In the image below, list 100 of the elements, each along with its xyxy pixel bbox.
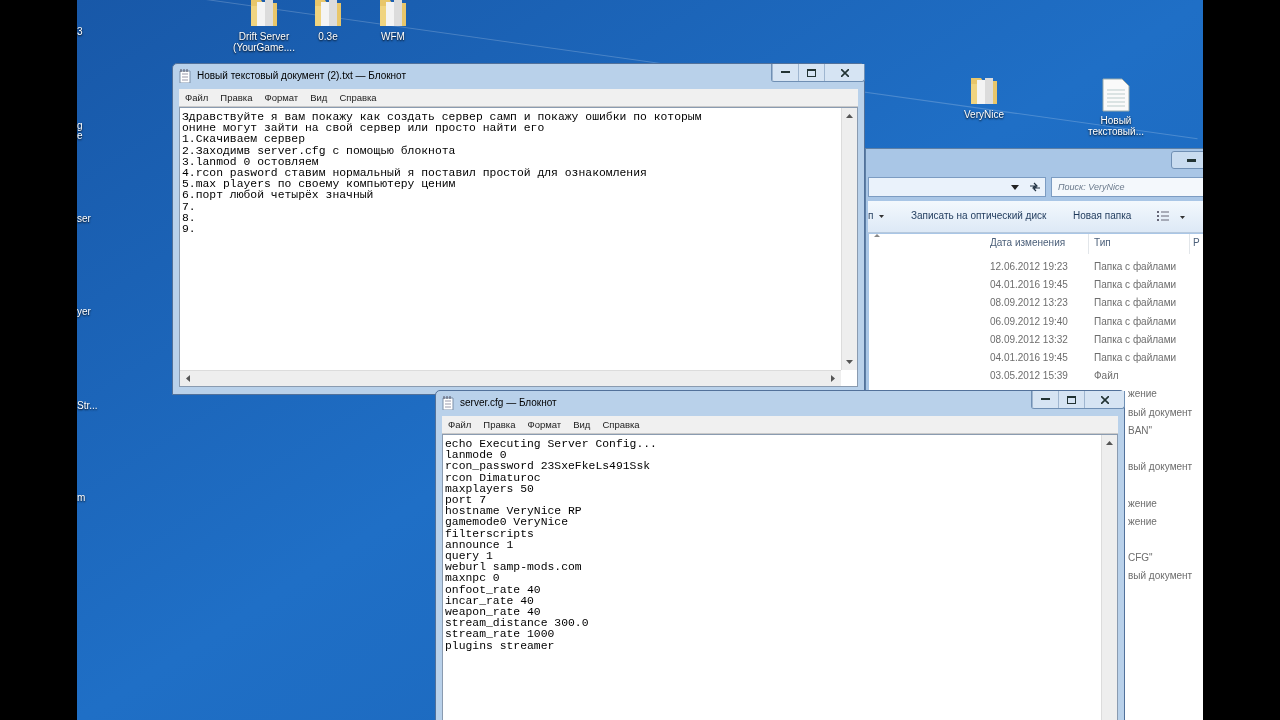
minimize-icon: [1041, 398, 1050, 401]
text-line: filterscripts: [445, 528, 535, 540]
type-cell: Папка с файлами: [1094, 314, 1177, 329]
text-line: stream_distance 300.0: [445, 618, 590, 630]
toolbar-button[interactable]: Записать на оптический диск: [911, 209, 1047, 223]
text-line: maxnpc 0: [445, 573, 501, 585]
date-cell: 06.09.2012 19:40: [990, 314, 1068, 329]
minimize-icon: [1186, 158, 1196, 162]
text-line: stream_rate 1000: [445, 629, 556, 641]
scroll-down-icon: [846, 360, 853, 364]
column-header[interactable]: Р: [1193, 236, 1200, 250]
vertical-scrollbar[interactable]: [841, 108, 857, 370]
type-cell: Файл: [1094, 369, 1119, 384]
text-line: rcon_password 23SxeFkeLs491Ssk: [445, 461, 652, 473]
text-line: 9.: [182, 224, 197, 236]
text-line: onfoot_rate 40: [445, 584, 542, 596]
column-header[interactable]: Тип: [1094, 236, 1111, 250]
type-cell: Папка с файлами: [1094, 296, 1177, 311]
menu-item[interactable]: Вид: [573, 418, 591, 431]
view-icon: [1157, 211, 1169, 221]
date-cell: 12.06.2012 19:23: [990, 260, 1068, 274]
caret-icon: [879, 214, 885, 218]
menu-item[interactable]: Правка: [220, 91, 253, 104]
type-cell: Папка с файлами: [1094, 332, 1177, 347]
text-line: 6.порт любой четырёх значный: [182, 190, 375, 202]
document-icon: [1102, 78, 1130, 112]
date-cell: 08.09.2012 13:23: [990, 296, 1068, 311]
icon-label[interactable]: m: [77, 493, 86, 503]
close-icon: [1100, 395, 1109, 404]
caret-icon: [1180, 216, 1185, 219]
toolbar-button[interactable]: п: [868, 209, 885, 223]
scroll-left-icon: [186, 375, 190, 382]
text-line: echo Executing Server Config...: [445, 439, 657, 451]
horizontal-scrollbar[interactable]: [180, 370, 841, 386]
icon-label[interactable]: 3: [77, 27, 83, 37]
scroll-up-icon: [1106, 441, 1113, 445]
text-line: hostname VeryNice RP: [445, 506, 583, 518]
icon-label[interactable]: 0.3e: [318, 31, 338, 42]
menu-item[interactable]: Формат: [527, 418, 562, 431]
icon-label[interactable]: yer: [77, 307, 91, 317]
vertical-scrollbar[interactable]: [1101, 435, 1117, 720]
scroll-right-icon: [831, 375, 835, 382]
text-line: lanmode 0: [445, 450, 507, 462]
text-line: maxplayers 50: [445, 483, 535, 495]
menu-item[interactable]: Правка: [483, 418, 516, 431]
window-title: Новый текстовый документ (2).txt — Блокнот: [197, 69, 407, 83]
text-line: plugins streamer: [445, 640, 556, 652]
window-title: server.cfg — Блокнот: [460, 396, 557, 410]
search-field[interactable]: Поиск: VeryNice: [1051, 177, 1203, 197]
menu-item[interactable]: Файл: [185, 91, 209, 104]
folder-icon: [377, 0, 409, 28]
folder-icon: [312, 0, 344, 28]
type-cell: жение: [1128, 387, 1157, 402]
close-icon: [840, 68, 849, 77]
icon-label[interactable]: Str...: [77, 401, 98, 411]
text-line: 8.: [182, 212, 197, 225]
text-area[interactable]: [179, 107, 858, 387]
text-line: онине могут зайти на свой сервер или просто найти его: [182, 123, 546, 135]
dropdown-icon: [1011, 185, 1019, 190]
text-area[interactable]: [442, 434, 1118, 720]
type-cell: вый документ: [1128, 405, 1193, 420]
toolbar-button[interactable]: Новая папка: [1073, 209, 1132, 223]
type-cell: Папка с файлами: [1094, 278, 1177, 293]
type-cell: Папка с файлами: [1094, 351, 1177, 365]
icon-label[interactable]: WFM: [381, 31, 405, 42]
column-header[interactable]: Дата изменения: [990, 236, 1066, 250]
text-line: weburl samp-mods.com: [445, 562, 583, 574]
menu-item[interactable]: Формат: [264, 91, 299, 104]
type-cell: Папка с файлами: [1094, 260, 1177, 274]
type-cell: BAN": [1128, 423, 1153, 438]
date-cell: 04.01.2016 19:45: [990, 278, 1068, 293]
text-line: 3.lanmod 0 остовляем: [182, 156, 319, 168]
date-cell: 08.09.2012 13:32: [990, 332, 1068, 347]
minimize-button[interactable]: [1171, 151, 1203, 169]
icon-label[interactable]: Drift Server (YourGame....: [233, 31, 295, 53]
icon-label[interactable]: Новый текстовый...: [1088, 115, 1144, 137]
notepad-icon: [442, 396, 454, 410]
type-cell: вый документ: [1128, 569, 1193, 584]
text-line: announce 1: [445, 539, 514, 552]
menu-item[interactable]: Справка: [339, 91, 377, 104]
text-line: 7.: [182, 201, 197, 213]
text-line: gamemode0 VeryNice: [445, 517, 570, 529]
icon-label[interactable]: VeryNice: [964, 109, 1004, 120]
maximize-icon: [1067, 395, 1076, 404]
text-line: 1.Скачиваем сервер: [182, 134, 307, 146]
icon-label[interactable]: ser: [77, 214, 91, 224]
icon-label[interactable]: g e: [77, 121, 83, 141]
text-line: incar_rate 40: [445, 595, 535, 608]
date-cell: 04.01.2016 19:45: [990, 351, 1068, 365]
minimize-icon: [781, 71, 790, 74]
text-line: rcon Dimaturoc: [445, 472, 542, 484]
menu-item[interactable]: Файл: [448, 418, 472, 431]
type-cell: жение: [1128, 496, 1157, 511]
menu-item[interactable]: Справка: [602, 418, 640, 431]
type-cell: вый документ: [1128, 460, 1193, 475]
address-field[interactable]: [868, 177, 1046, 197]
maximize-icon: [807, 68, 816, 77]
folder-icon: [248, 0, 280, 28]
refresh-icon: [1029, 182, 1041, 192]
menu-item[interactable]: Вид: [310, 91, 328, 104]
